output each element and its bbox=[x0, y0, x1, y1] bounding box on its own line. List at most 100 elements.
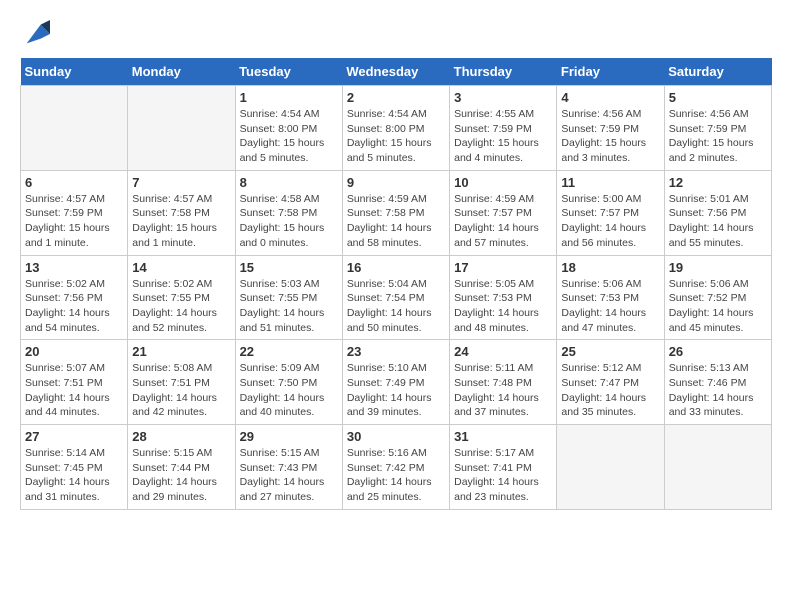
week-row-2: 6 Sunrise: 4:57 AM Sunset: 7:59 PM Daylig… bbox=[21, 170, 772, 255]
day-detail: Sunrise: 5:07 AM Sunset: 7:51 PM Dayligh… bbox=[25, 361, 123, 420]
weekday-header-tuesday: Tuesday bbox=[235, 58, 342, 86]
calendar-cell bbox=[128, 86, 235, 171]
calendar-cell: 8 Sunrise: 4:58 AM Sunset: 7:58 PM Daylig… bbox=[235, 170, 342, 255]
calendar-cell: 11Sunrise: 5:00 AM Sunset: 7:57 PM Dayli… bbox=[557, 170, 664, 255]
day-number: 20 bbox=[25, 344, 123, 359]
day-detail: Sunrise: 4:56 AM Sunset: 7:59 PM Dayligh… bbox=[561, 107, 659, 166]
day-number: 26 bbox=[669, 344, 767, 359]
day-detail: Sunrise: 5:02 AM Sunset: 7:55 PM Dayligh… bbox=[132, 277, 230, 336]
day-detail: Sunrise: 5:05 AM Sunset: 7:53 PM Dayligh… bbox=[454, 277, 552, 336]
day-detail: Sunrise: 5:03 AM Sunset: 7:55 PM Dayligh… bbox=[240, 277, 338, 336]
day-detail: Sunrise: 4:58 AM Sunset: 7:58 PM Dayligh… bbox=[240, 192, 338, 251]
day-detail: Sunrise: 5:01 AM Sunset: 7:56 PM Dayligh… bbox=[669, 192, 767, 251]
calendar-cell: 22 Sunrise: 5:09 AM Sunset: 7:50 PM Dayli… bbox=[235, 340, 342, 425]
day-number: 24 bbox=[454, 344, 552, 359]
day-number: 29 bbox=[240, 429, 338, 444]
day-number: 9 bbox=[347, 175, 445, 190]
day-detail: Sunrise: 4:56 AM Sunset: 7:59 PM Dayligh… bbox=[669, 107, 767, 166]
calendar-cell: 21 Sunrise: 5:08 AM Sunset: 7:51 PM Dayli… bbox=[128, 340, 235, 425]
day-detail: Sunrise: 5:06 AM Sunset: 7:53 PM Dayligh… bbox=[561, 277, 659, 336]
calendar-cell: 3Sunrise: 4:55 AM Sunset: 7:59 PM Daylig… bbox=[450, 86, 557, 171]
calendar-cell: 2Sunrise: 4:54 AM Sunset: 8:00 PM Daylig… bbox=[342, 86, 449, 171]
day-detail: Sunrise: 5:16 AM Sunset: 7:42 PM Dayligh… bbox=[347, 446, 445, 505]
weekday-header-saturday: Saturday bbox=[664, 58, 771, 86]
page-header bbox=[20, 20, 772, 48]
day-detail: Sunrise: 4:54 AM Sunset: 8:00 PM Dayligh… bbox=[240, 107, 338, 166]
calendar-cell: 31 Sunrise: 5:17 AM Sunset: 7:41 PM Dayli… bbox=[450, 425, 557, 510]
day-detail: Sunrise: 4:57 AM Sunset: 7:58 PM Dayligh… bbox=[132, 192, 230, 251]
weekday-header-wednesday: Wednesday bbox=[342, 58, 449, 86]
week-row-4: 20 Sunrise: 5:07 AM Sunset: 7:51 PM Dayli… bbox=[21, 340, 772, 425]
day-number: 4 bbox=[561, 90, 659, 105]
day-number: 28 bbox=[132, 429, 230, 444]
calendar-cell bbox=[664, 425, 771, 510]
day-detail: Sunrise: 5:06 AM Sunset: 7:52 PM Dayligh… bbox=[669, 277, 767, 336]
calendar-cell: 13Sunrise: 5:02 AM Sunset: 7:56 PM Dayli… bbox=[21, 255, 128, 340]
day-number: 17 bbox=[454, 260, 552, 275]
weekday-header-monday: Monday bbox=[128, 58, 235, 86]
week-row-1: 1 Sunrise: 4:54 AM Sunset: 8:00 PM Daylig… bbox=[21, 86, 772, 171]
day-number: 23 bbox=[347, 344, 445, 359]
day-number: 3 bbox=[454, 90, 552, 105]
day-detail: Sunrise: 5:08 AM Sunset: 7:51 PM Dayligh… bbox=[132, 361, 230, 420]
day-number: 15 bbox=[240, 260, 338, 275]
day-number: 16 bbox=[347, 260, 445, 275]
day-number: 2 bbox=[347, 90, 445, 105]
calendar-cell: 15 Sunrise: 5:03 AM Sunset: 7:55 PM Dayli… bbox=[235, 255, 342, 340]
day-detail: Sunrise: 5:15 AM Sunset: 7:43 PM Dayligh… bbox=[240, 446, 338, 505]
day-number: 1 bbox=[240, 90, 338, 105]
day-number: 11 bbox=[561, 175, 659, 190]
calendar-cell: 4 Sunrise: 4:56 AM Sunset: 7:59 PM Daylig… bbox=[557, 86, 664, 171]
day-number: 8 bbox=[240, 175, 338, 190]
day-number: 25 bbox=[561, 344, 659, 359]
day-detail: Sunrise: 4:57 AM Sunset: 7:59 PM Dayligh… bbox=[25, 192, 123, 251]
calendar-cell bbox=[21, 86, 128, 171]
calendar-cell: 20 Sunrise: 5:07 AM Sunset: 7:51 PM Dayli… bbox=[21, 340, 128, 425]
calendar-cell: 26 Sunrise: 5:13 AM Sunset: 7:46 PM Dayli… bbox=[664, 340, 771, 425]
calendar-cell: 16Sunrise: 5:04 AM Sunset: 7:54 PM Dayli… bbox=[342, 255, 449, 340]
calendar-cell: 30 Sunrise: 5:16 AM Sunset: 7:42 PM Dayli… bbox=[342, 425, 449, 510]
calendar-cell: 6 Sunrise: 4:57 AM Sunset: 7:59 PM Daylig… bbox=[21, 170, 128, 255]
calendar-cell: 18 Sunrise: 5:06 AM Sunset: 7:53 PM Dayli… bbox=[557, 255, 664, 340]
calendar-cell: 12 Sunrise: 5:01 AM Sunset: 7:56 PM Dayli… bbox=[664, 170, 771, 255]
calendar-cell: 14Sunrise: 5:02 AM Sunset: 7:55 PM Dayli… bbox=[128, 255, 235, 340]
day-number: 30 bbox=[347, 429, 445, 444]
day-detail: Sunrise: 5:10 AM Sunset: 7:49 PM Dayligh… bbox=[347, 361, 445, 420]
logo-icon bbox=[22, 20, 50, 48]
day-detail: Sunrise: 4:59 AM Sunset: 7:58 PM Dayligh… bbox=[347, 192, 445, 251]
calendar-cell: 19 Sunrise: 5:06 AM Sunset: 7:52 PM Dayli… bbox=[664, 255, 771, 340]
calendar-cell: 27Sunrise: 5:14 AM Sunset: 7:45 PM Dayli… bbox=[21, 425, 128, 510]
day-number: 22 bbox=[240, 344, 338, 359]
weekday-header-row: SundayMondayTuesdayWednesdayThursdayFrid… bbox=[21, 58, 772, 86]
weekday-header-sunday: Sunday bbox=[21, 58, 128, 86]
calendar-cell: 9 Sunrise: 4:59 AM Sunset: 7:58 PM Daylig… bbox=[342, 170, 449, 255]
day-number: 18 bbox=[561, 260, 659, 275]
day-number: 10 bbox=[454, 175, 552, 190]
week-row-3: 13Sunrise: 5:02 AM Sunset: 7:56 PM Dayli… bbox=[21, 255, 772, 340]
logo bbox=[20, 20, 50, 48]
calendar-cell: 25 Sunrise: 5:12 AM Sunset: 7:47 PM Dayli… bbox=[557, 340, 664, 425]
calendar-table: SundayMondayTuesdayWednesdayThursdayFrid… bbox=[20, 58, 772, 510]
calendar-cell: 23 Sunrise: 5:10 AM Sunset: 7:49 PM Dayli… bbox=[342, 340, 449, 425]
week-row-5: 27Sunrise: 5:14 AM Sunset: 7:45 PM Dayli… bbox=[21, 425, 772, 510]
day-number: 21 bbox=[132, 344, 230, 359]
calendar-cell: 29 Sunrise: 5:15 AM Sunset: 7:43 PM Dayli… bbox=[235, 425, 342, 510]
day-detail: Sunrise: 5:02 AM Sunset: 7:56 PM Dayligh… bbox=[25, 277, 123, 336]
calendar-cell bbox=[557, 425, 664, 510]
day-detail: Sunrise: 5:13 AM Sunset: 7:46 PM Dayligh… bbox=[669, 361, 767, 420]
day-detail: Sunrise: 5:09 AM Sunset: 7:50 PM Dayligh… bbox=[240, 361, 338, 420]
calendar-cell: 5Sunrise: 4:56 AM Sunset: 7:59 PM Daylig… bbox=[664, 86, 771, 171]
day-detail: Sunrise: 5:17 AM Sunset: 7:41 PM Dayligh… bbox=[454, 446, 552, 505]
day-number: 6 bbox=[25, 175, 123, 190]
day-number: 12 bbox=[669, 175, 767, 190]
weekday-header-thursday: Thursday bbox=[450, 58, 557, 86]
calendar-cell: 28Sunrise: 5:15 AM Sunset: 7:44 PM Dayli… bbox=[128, 425, 235, 510]
day-number: 31 bbox=[454, 429, 552, 444]
calendar-cell: 7Sunrise: 4:57 AM Sunset: 7:58 PM Daylig… bbox=[128, 170, 235, 255]
day-detail: Sunrise: 5:12 AM Sunset: 7:47 PM Dayligh… bbox=[561, 361, 659, 420]
day-detail: Sunrise: 5:11 AM Sunset: 7:48 PM Dayligh… bbox=[454, 361, 552, 420]
day-detail: Sunrise: 5:14 AM Sunset: 7:45 PM Dayligh… bbox=[25, 446, 123, 505]
weekday-header-friday: Friday bbox=[557, 58, 664, 86]
day-number: 19 bbox=[669, 260, 767, 275]
calendar-cell: 24 Sunrise: 5:11 AM Sunset: 7:48 PM Dayli… bbox=[450, 340, 557, 425]
